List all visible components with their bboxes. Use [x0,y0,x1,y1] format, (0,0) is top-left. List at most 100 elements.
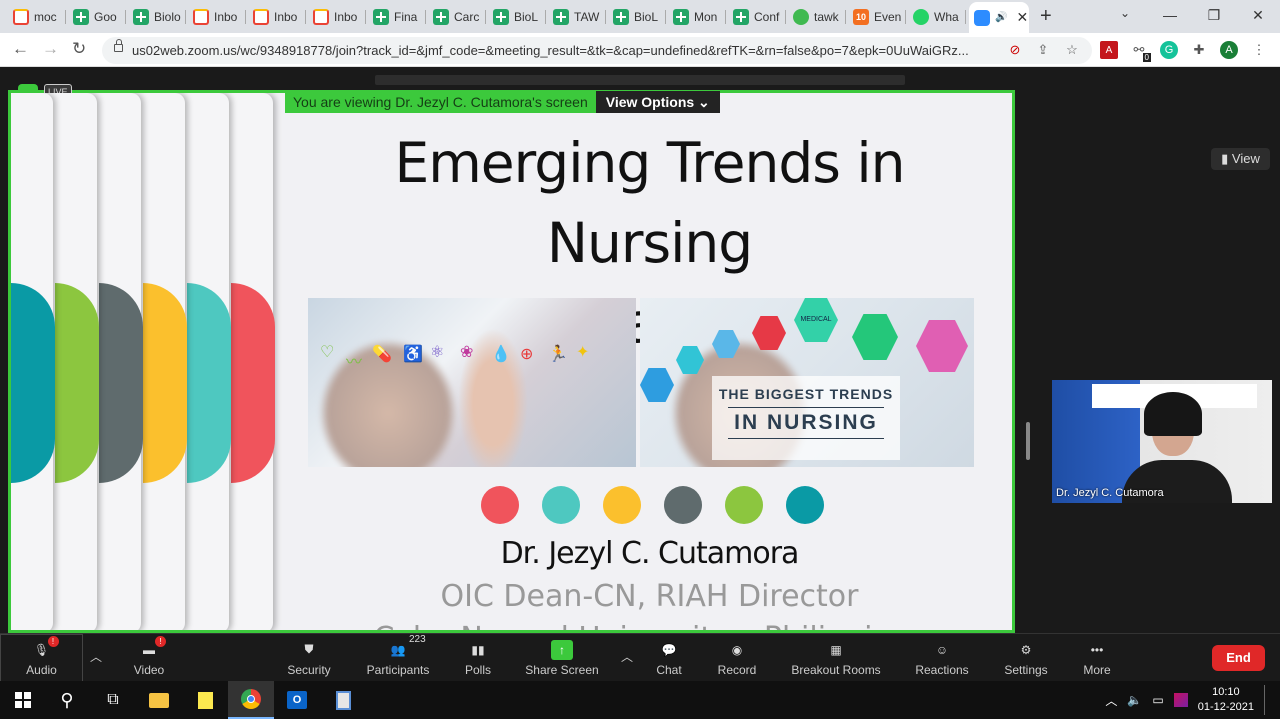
color-dot [786,486,824,524]
windows-start-icon[interactable] [0,681,46,719]
more-button[interactable]: ••• More [1072,634,1122,682]
browser-tab[interactable]: 10 Even [848,4,904,30]
browser-tab[interactable]: Inbo [188,4,244,30]
pill-icon: 💊 [372,346,392,363]
browser-tab[interactable]: Mon [668,4,724,30]
share-options-caret[interactable]: ︿ [621,648,633,665]
minimize-button[interactable]: — [1148,0,1192,33]
browser-tab[interactable]: TAW [548,4,604,30]
record-button[interactable]: ◉ Record [712,634,762,682]
bookmark-star-icon[interactable]: ☆ [1063,41,1081,59]
browser-tab-label: Even [874,10,902,24]
url-text: us02web.zoom.us/wc/9348918778/join?track… [132,43,969,58]
polls-button[interactable]: ▮▮ Polls [456,634,500,682]
tray-chevron-icon[interactable]: ︿ [1105,692,1117,709]
search-icon[interactable]: ⚲ [44,681,90,719]
speaker-icon: 🔊 [995,12,1008,23]
browser-tab-label: Fina [394,10,418,24]
menu-kebab-icon[interactable]: ⋮ [1250,41,1268,59]
notification-icon[interactable] [1264,685,1270,715]
audio-options-caret[interactable]: ︿ [90,648,102,665]
sheets-icon [613,9,629,25]
extensions-puzzle-icon[interactable]: ✚ [1190,41,1208,59]
volume-icon[interactable]: 🔈 [1127,693,1142,707]
browser-tab[interactable]: Fina [368,4,424,30]
security-button[interactable]: ⛊ Security [280,634,338,682]
share-screen-button[interactable]: ↑ Share Screen [522,634,602,682]
video-alert-badge: ! [155,635,166,647]
profile-avatar[interactable]: A [1220,41,1238,59]
view-layout-icon: ▮ [1221,151,1229,166]
browser-tab[interactable]: Wha [908,4,964,30]
browser-tab[interactable]: Inbo [308,4,364,30]
view-options-button[interactable]: View Options ⌄ [595,91,720,113]
browser-tab-label: BioL [514,10,539,24]
url-field[interactable]: us02web.zoom.us/wc/9348918778/join?track… [102,37,1092,64]
medical-care-hex: MEDICAL CARE [794,298,838,342]
browser-tab[interactable]: Conf [728,4,784,30]
browser-tab[interactable]: Goo [68,4,124,30]
audio-button[interactable]: 🎙! Audio [0,634,83,682]
video-button[interactable]: ▬! Video [120,634,178,682]
extension-link-icon[interactable]: ⚯ 0 [1130,41,1151,62]
tab-separator [125,10,126,24]
address-bar-row: ← → ↻ us02web.zoom.us/wc/9348918778/join… [0,33,1280,67]
color-dot [725,486,763,524]
clock[interactable]: 10:10 01-12-2021 [1198,685,1254,715]
participants-button[interactable]: 👥 223 Participants [360,634,436,682]
close-window-button[interactable]: ✕ [1236,0,1280,33]
task-view-icon[interactable]: ⧉ [90,681,136,719]
new-tab-button[interactable]: + [1040,5,1052,28]
sticky-notes-icon[interactable] [182,681,228,719]
runner-icon: 🏃 [548,346,568,363]
network-icon[interactable]: ▭ [1152,693,1163,707]
breakout-rooms-icon: ▦ [830,642,842,657]
browser-tab[interactable]: moc [8,4,64,30]
browser-tab[interactable]: tawk [788,4,844,30]
view-button-label: View [1231,151,1260,166]
gmail-icon [253,9,269,25]
reload-icon[interactable]: ↻ [72,39,86,59]
browser-tab-label: Carc [454,10,480,24]
breakout-rooms-button[interactable]: ▦ Breakout Rooms [788,634,884,682]
chat-button[interactable]: 💬 Chat [645,634,693,682]
blocked-icon[interactable]: ⊘ [1006,41,1024,59]
acrobat-icon[interactable]: A [1100,41,1118,59]
stripe-color-band [99,283,143,483]
participant-video[interactable]: Dr. Jezyl C. Cutamora [1052,380,1272,503]
system-tray: ︿ 🔈 ▭ 10:10 01-12-2021 [1105,685,1270,715]
app-tray-icon[interactable] [1173,693,1188,707]
close-tab-icon[interactable]: ✕ [1016,9,1028,26]
chrome-taskbar-icon[interactable] [228,681,274,719]
reactions-button[interactable]: ☺ Reactions [912,634,972,682]
browser-tab[interactable]: Carc [428,4,484,30]
calculator-icon[interactable] [320,681,366,719]
grammarly-icon[interactable]: G [1160,41,1178,59]
tab-separator [725,10,726,24]
share-icon[interactable]: ⇪ [1034,41,1052,59]
tab-separator [185,10,186,24]
file-explorer-icon[interactable] [136,681,182,719]
browser-tab[interactable]: BioL [608,4,664,30]
biggest-trends-line1: THE BIGGEST TRENDS [718,386,894,402]
end-meeting-button[interactable]: End [1212,645,1265,671]
browser-tab[interactable]: Inbo [248,4,304,30]
settings-button[interactable]: ⚙ Settings [998,634,1054,682]
browser-tab[interactable]: BioL [488,4,544,30]
browser-tab[interactable]: Biolo [128,4,184,30]
maximize-button[interactable]: ❐ [1192,0,1236,33]
microphone-icon: 🎙! [31,635,59,660]
back-icon[interactable]: ← [12,39,29,59]
view-button[interactable]: ▮ View [1211,148,1270,170]
participants-label: Participants [366,662,430,677]
reactions-icon: ☺ [935,642,949,657]
forward-icon[interactable]: → [42,39,59,59]
outlook-icon[interactable]: O [274,681,320,719]
tab-zoom[interactable]: 🔊 ✕ [969,2,1029,33]
tab-separator [365,10,366,24]
tab-search-icon[interactable]: ⌄ [1120,6,1130,20]
participant-name: Dr. Jezyl C. Cutamora [1056,487,1164,499]
sheets-icon [373,9,389,25]
browser-tab-label: TAW [574,10,600,24]
panel-resize-handle[interactable] [1026,422,1030,460]
